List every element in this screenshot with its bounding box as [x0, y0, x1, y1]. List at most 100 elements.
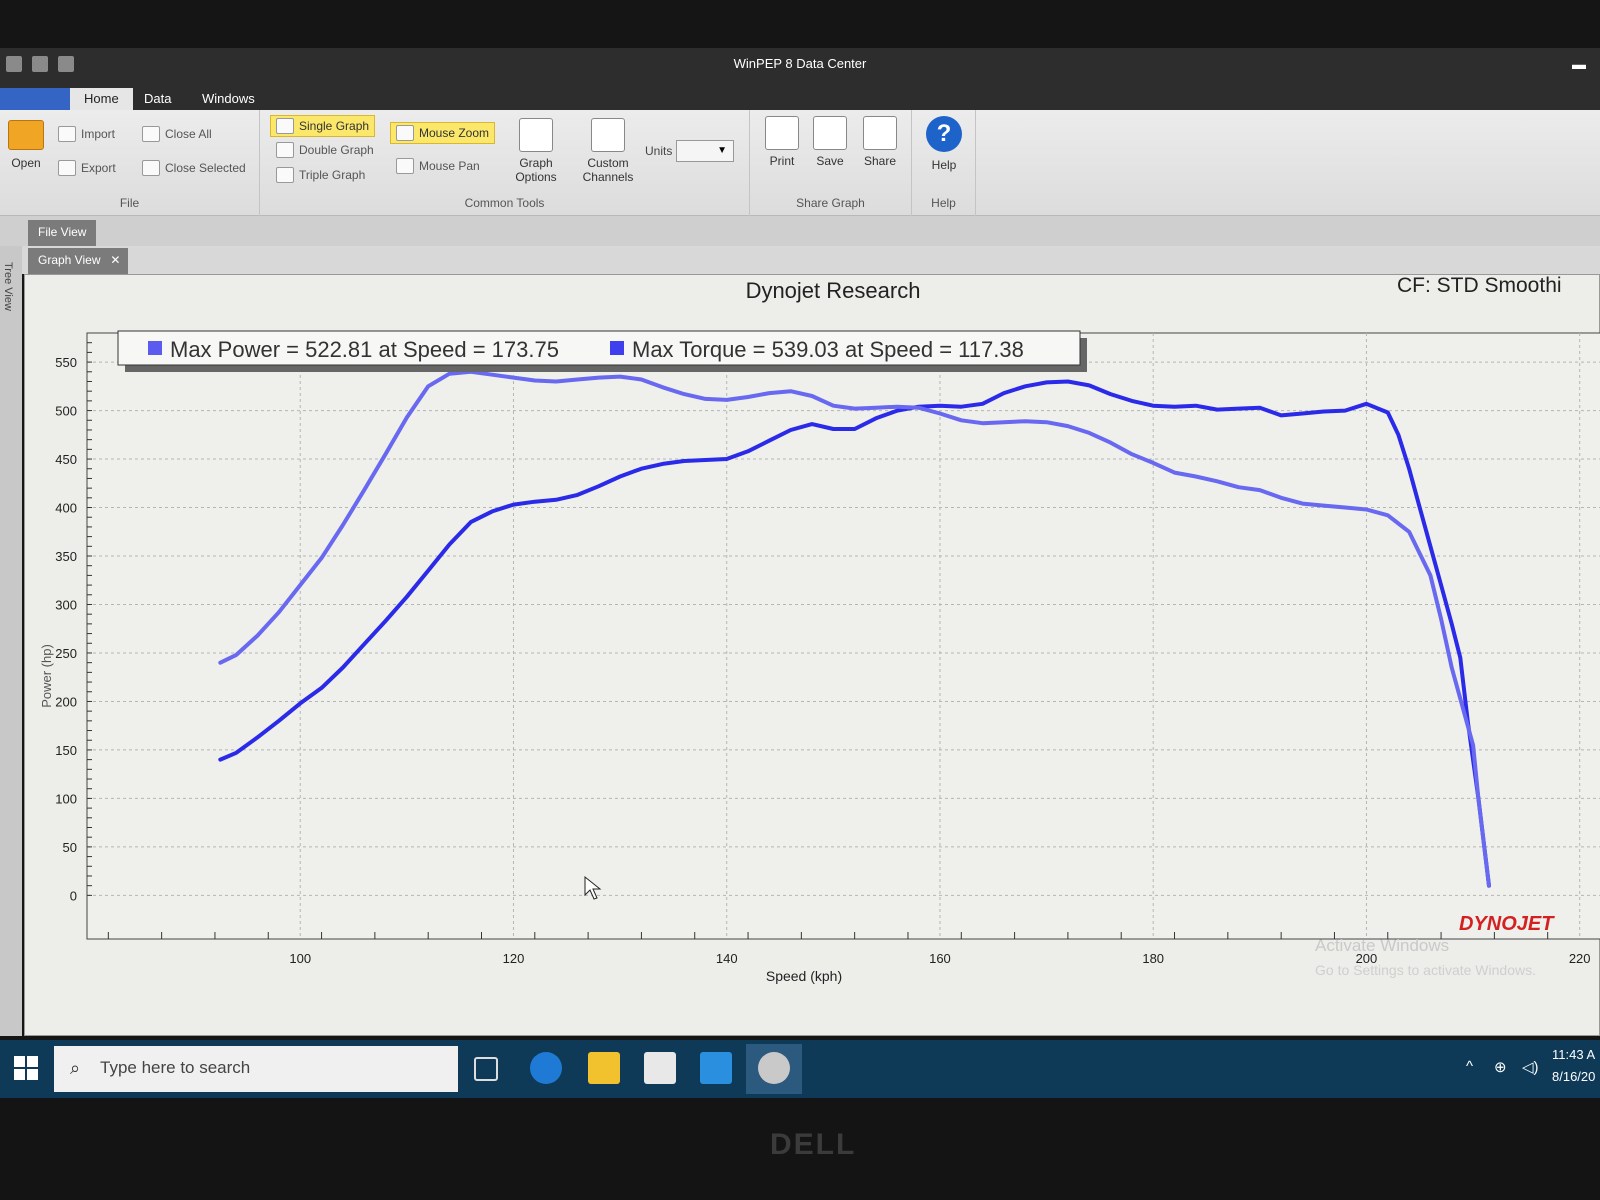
store-icon[interactable]: [644, 1052, 676, 1084]
custom-channels-label: Custom Channels: [582, 156, 634, 184]
magnifier-icon: [396, 125, 414, 141]
y-tick-label: 500: [55, 404, 77, 419]
ribbon: Open Import Export Close All Close Selec…: [0, 110, 1600, 216]
search-icon: ⌕: [70, 1058, 81, 1078]
printer-icon: [765, 116, 799, 150]
folder-icon: [8, 120, 44, 150]
double-graph-icon: [276, 142, 294, 158]
double-graph-button[interactable]: Double Graph: [276, 142, 374, 158]
tree-view-strip[interactable]: [0, 246, 22, 1036]
close-all-label: Close All: [165, 127, 212, 141]
network-icon[interactable]: ⊕: [1494, 1058, 1507, 1076]
plot-area: [86, 332, 1600, 940]
dell-logo: DELL: [770, 1128, 857, 1161]
x-tick-label: 120: [503, 951, 525, 966]
units-label: Units: [645, 144, 673, 158]
open-button[interactable]: Open: [4, 120, 48, 170]
chart-title: Dynojet Research: [746, 278, 921, 303]
file-explorer-icon[interactable]: [588, 1052, 620, 1084]
x-tick-label: 140: [716, 951, 738, 966]
clock-time: 11:43 A: [1552, 1047, 1596, 1062]
common-tools-group: Single Graph Double Graph Triple Graph M…: [260, 110, 750, 216]
y-axis-title: Power (hp): [39, 644, 54, 708]
screen: WinPEP 8 Data Center ▬ Home Data Windows…: [0, 0, 1600, 1200]
mouse-pan-button[interactable]: Mouse Pan: [396, 158, 480, 174]
graph-view-row: Graph View ✕: [0, 246, 1600, 274]
app-menu-button[interactable]: [0, 88, 70, 110]
tab-windows[interactable]: Windows: [188, 88, 269, 110]
x-tick-label: 160: [929, 951, 951, 966]
single-graph-icon: [276, 118, 294, 134]
print-button[interactable]: Print: [762, 116, 802, 168]
dynojet-watermark: DYNOJET: [1459, 913, 1555, 935]
winpep-icon[interactable]: [758, 1052, 790, 1084]
file-view-row: File View: [0, 216, 1600, 246]
close-selected-icon: [142, 160, 160, 176]
share-button[interactable]: Share: [858, 116, 902, 168]
legend-entry-2: Max Torque = 539.03 at Speed = 117.38: [632, 337, 1024, 362]
task-view-icon[interactable]: [474, 1057, 498, 1081]
file-group: Open Import Export Close All Close Selec…: [0, 110, 260, 216]
custom-channels-button[interactable]: Custom Channels: [576, 118, 640, 184]
graph-panel: 100 120 140 160 180 200 220 0 50 100 150 200 250 300 3…: [24, 274, 1600, 1036]
ribbon-tab-row: Home Data Windows: [0, 82, 1600, 110]
volume-icon[interactable]: ◁): [1522, 1058, 1539, 1076]
close-all-button[interactable]: Close All: [142, 126, 212, 142]
triple-graph-label: Triple Graph: [299, 168, 366, 182]
share-graph-group: Print Save Share Share Graph: [750, 110, 912, 216]
save-button[interactable]: Save: [810, 116, 850, 168]
x-tick-label: 100: [289, 951, 311, 966]
double-graph-label: Double Graph: [299, 143, 374, 157]
y-tick-label: 450: [55, 452, 77, 467]
mail-icon[interactable]: [700, 1052, 732, 1084]
help-group-label: Help: [931, 196, 956, 210]
help-icon: ?: [926, 116, 962, 152]
dyno-chart[interactable]: 100 120 140 160 180 200 2200501001502002503003…: [25, 275, 1600, 1037]
import-label: Import: [81, 127, 116, 141]
tab-graph-view[interactable]: Graph View ✕: [28, 248, 129, 274]
export-icon: [58, 160, 76, 176]
tab-home[interactable]: Home: [70, 88, 133, 110]
windows-start-icon[interactable]: [14, 1056, 38, 1080]
close-selected-button[interactable]: Close Selected: [142, 160, 246, 176]
title-bar: WinPEP 8 Data Center ▬: [0, 48, 1600, 82]
file-group-label: File: [119, 196, 140, 210]
y-tick-label: 0: [70, 888, 77, 903]
help-group: ? Help Help: [912, 110, 976, 216]
x-tick-label: 180: [1142, 951, 1164, 966]
y-tick-label: 550: [55, 355, 77, 370]
graph-options-button[interactable]: Graph Options: [508, 118, 564, 184]
export-label: Export: [81, 161, 116, 175]
help-label: Help: [931, 158, 957, 172]
triple-graph-button[interactable]: Triple Graph: [276, 167, 365, 183]
y-tick-label: 200: [55, 694, 77, 709]
single-graph-button[interactable]: Single Graph: [270, 115, 376, 137]
mouse-zoom-label: Mouse Zoom: [419, 126, 490, 140]
tab-data[interactable]: Data: [130, 88, 185, 110]
single-graph-label: Single Graph: [299, 119, 370, 133]
export-button[interactable]: Export: [58, 160, 116, 176]
tree-view-label: Tree View: [2, 262, 14, 311]
save-label: Save: [816, 154, 844, 168]
legend-swatch: [148, 341, 162, 355]
legend-entry-1: Max Power = 522.81 at Speed = 173.75: [170, 337, 559, 362]
close-icon[interactable]: ✕: [110, 253, 120, 267]
y-tick-label: 350: [55, 549, 77, 564]
taskbar-search-box[interactable]: ⌕ Type here to search: [54, 1046, 458, 1092]
import-button[interactable]: Import: [58, 126, 115, 142]
taskbar-clock[interactable]: 11:43 A 8/16/20: [1552, 1044, 1600, 1088]
chevron-up-icon[interactable]: ^: [1466, 1058, 1473, 1075]
hand-icon: [396, 158, 414, 174]
edge-icon[interactable]: [530, 1052, 562, 1084]
minimize-icon[interactable]: ▬: [1572, 56, 1586, 72]
print-label: Print: [769, 154, 795, 168]
taskbar: ⌕ Type here to search ^ ⊕ ◁) 11:43 A 8/1…: [0, 1040, 1600, 1098]
units-dropdown[interactable]: ▼: [676, 140, 734, 162]
mouse-zoom-button[interactable]: Mouse Zoom: [390, 122, 496, 144]
y-tick-label: 300: [55, 597, 77, 612]
tab-file-view[interactable]: File View: [28, 220, 97, 246]
share-graph-label: Share Graph: [796, 196, 865, 210]
y-tick-label: 100: [55, 791, 77, 806]
save-icon: [813, 116, 847, 150]
help-button[interactable]: ? Help: [920, 116, 968, 172]
